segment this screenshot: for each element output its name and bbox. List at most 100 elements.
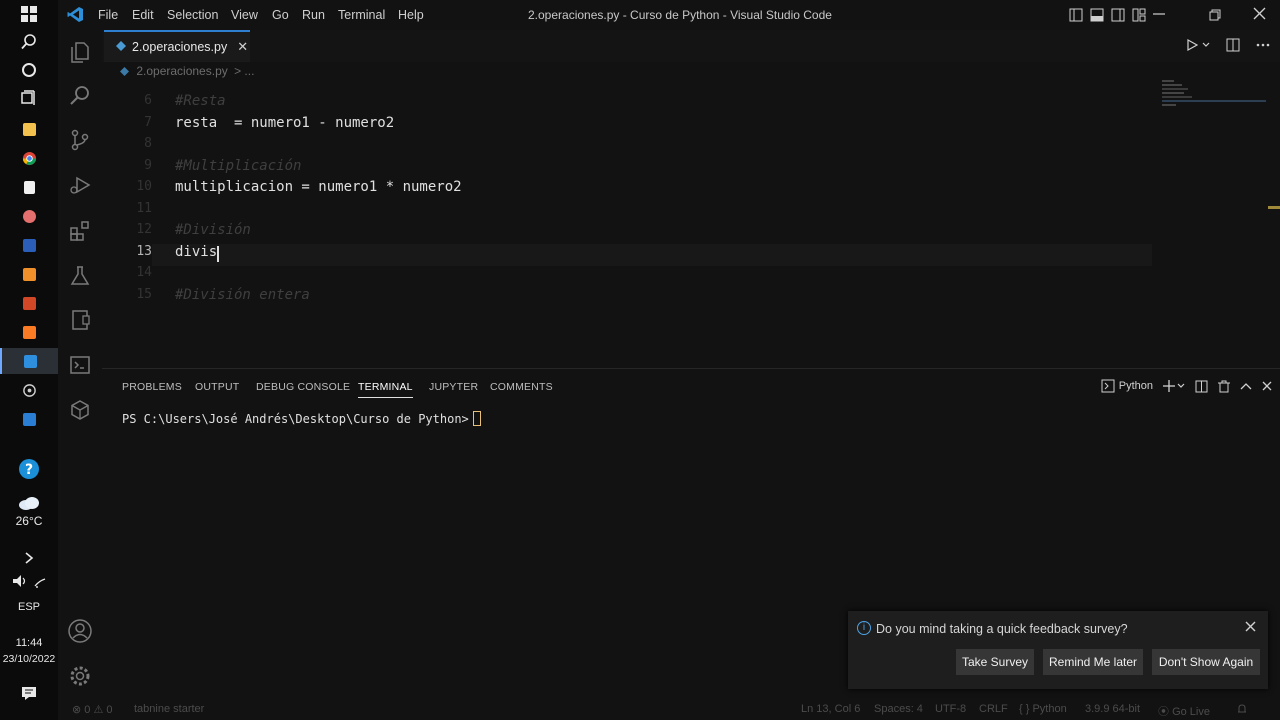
windows-start-icon[interactable] <box>0 1 58 27</box>
explorer-icon[interactable] <box>66 38 94 66</box>
editor-tab-bar: 2.operaciones.py ✕ <box>102 30 1280 62</box>
indentation-status[interactable]: Spaces: 4 <box>874 703 923 715</box>
scrollbar-marker[interactable] <box>1268 206 1280 209</box>
tab-terminal[interactable]: TERMINAL <box>358 381 413 398</box>
accounts-icon[interactable] <box>66 617 94 645</box>
menu-file[interactable]: File <box>98 8 118 22</box>
breadcrumb-file[interactable]: 2.operaciones.py <box>136 64 227 78</box>
jupyter-icon[interactable] <box>66 396 94 424</box>
eol-status[interactable]: CRLF <box>979 703 1008 715</box>
tabnine-status[interactable]: tabnine starter <box>134 703 204 715</box>
encoding-status[interactable]: UTF-8 <box>935 703 966 715</box>
testing-icon[interactable] <box>66 262 94 290</box>
maximize-panel-icon[interactable] <box>1240 382 1252 390</box>
code-line[interactable]: 14 <box>102 265 1202 286</box>
toggle-panel-icon[interactable] <box>1090 8 1104 22</box>
language-mode[interactable]: { } Python <box>1019 703 1067 715</box>
tab-output[interactable]: OUTPUT <box>195 381 239 393</box>
volume-network-icons[interactable] <box>0 568 58 594</box>
tab-comments[interactable]: COMMENTS <box>490 381 553 393</box>
cursor-position[interactable]: Ln 13, Col 6 <box>801 703 860 715</box>
tab-debug-console[interactable]: DEBUG CONSOLE <box>256 381 350 393</box>
take-survey-button[interactable]: Take Survey <box>956 649 1034 675</box>
go-live-button[interactable]: ⦿ Go Live <box>1158 703 1210 719</box>
clock-time[interactable]: 11:44 <box>0 637 58 649</box>
terminal-view-icon[interactable] <box>66 351 94 379</box>
settings-gear-icon[interactable] <box>66 662 94 690</box>
source-control-icon[interactable] <box>66 126 94 154</box>
word-icon[interactable] <box>0 232 58 258</box>
notifications-icon[interactable] <box>0 680 58 706</box>
task-view-icon[interactable] <box>0 85 58 111</box>
notepad-icon[interactable] <box>0 174 58 200</box>
close-window-button[interactable] <box>1253 7 1266 23</box>
menu-help[interactable]: Help <box>398 8 424 22</box>
minimap[interactable] <box>1162 80 1270 110</box>
tab-close-icon[interactable]: ✕ <box>237 39 248 55</box>
terminal-output[interactable]: PS C:\Users\José Andrés\Desktop\Curso de… <box>122 411 481 426</box>
extensions-icon[interactable] <box>66 217 94 245</box>
toggle-secondary-sidebar-icon[interactable] <box>1111 8 1125 22</box>
problems-status[interactable]: ⊗ 0 ⚠ 0 <box>72 703 112 716</box>
menu-view[interactable]: View <box>231 8 258 22</box>
chrome-icon[interactable] <box>0 145 58 171</box>
breadcrumb[interactable]: 2.operaciones.py > ... <box>120 64 254 79</box>
weather-cloud-icon[interactable] <box>0 490 58 516</box>
tab-problems[interactable]: PROBLEMS <box>122 381 182 393</box>
search-view-icon[interactable] <box>66 81 94 109</box>
cortana-icon[interactable] <box>0 57 58 83</box>
title-bar: File Edit Selection View Go Run Terminal… <box>58 0 1280 30</box>
split-editor-icon[interactable] <box>1226 38 1240 52</box>
clock-date[interactable]: 23/10/2022 <box>0 653 58 665</box>
more-actions-icon[interactable] <box>1256 43 1270 47</box>
menu-go[interactable]: Go <box>272 8 289 22</box>
close-panel-icon[interactable] <box>1262 381 1272 391</box>
file-explorer-icon[interactable] <box>0 116 58 142</box>
code-editor[interactable]: 6 #Resta 7 resta = numero1 - numero2 8 9 #Mult… <box>102 80 1280 368</box>
python-interpreter[interactable]: 3.9.9 64-bit <box>1085 703 1140 715</box>
new-terminal-icon[interactable] <box>1163 380 1185 392</box>
run-python-file-icon[interactable] <box>1186 39 1210 51</box>
minimize-button[interactable] <box>1153 5 1165 22</box>
toggle-primary-sidebar-icon[interactable] <box>1069 8 1083 22</box>
vscode-taskbar-icon[interactable] <box>0 348 58 374</box>
code-line[interactable]: 11 <box>102 201 1202 222</box>
tab-jupyter[interactable]: JUPYTER <box>429 381 478 393</box>
powerpoint-icon[interactable] <box>0 290 58 316</box>
remind-me-later-button[interactable]: Remind Me later <box>1043 649 1143 675</box>
restore-button[interactable] <box>1209 8 1221 24</box>
terminal-shell-selector[interactable]: Python <box>1101 379 1153 393</box>
split-terminal-icon[interactable] <box>1195 380 1208 393</box>
chevron-down-icon[interactable] <box>1177 383 1185 389</box>
code-line[interactable]: 7 resta = numero1 - numero2 <box>102 115 1202 136</box>
menu-selection[interactable]: Selection <box>167 8 218 22</box>
code-line[interactable]: 8 <box>102 136 1202 157</box>
xampp-icon[interactable] <box>0 319 58 345</box>
keyboard-language[interactable]: ESP <box>0 601 58 613</box>
remote-explorer-icon[interactable] <box>66 306 94 334</box>
store-icon[interactable] <box>0 406 58 432</box>
close-notification-icon[interactable] <box>1245 619 1256 635</box>
menu-terminal[interactable]: Terminal <box>338 8 385 22</box>
app-icon[interactable] <box>0 377 58 403</box>
paint-icon[interactable] <box>0 203 58 229</box>
code-line[interactable]: 15 #División entera <box>102 287 1202 308</box>
run-debug-icon[interactable] <box>66 171 94 199</box>
tab-2-operaciones-py[interactable]: 2.operaciones.py ✕ <box>104 30 250 62</box>
code-line[interactable]: 13 divis <box>102 244 1202 265</box>
code-line[interactable]: 9 #Multiplicación <box>102 158 1202 179</box>
menu-run[interactable]: Run <box>302 8 325 22</box>
menu-edit[interactable]: Edit <box>132 8 154 22</box>
breadcrumb-more[interactable]: > ... <box>234 64 254 78</box>
chevron-down-icon[interactable] <box>1202 42 1210 48</box>
trash-icon[interactable] <box>1218 380 1230 393</box>
sublime-icon[interactable] <box>0 261 58 287</box>
code-line[interactable]: 12 #División <box>102 222 1202 243</box>
code-line[interactable]: 10 multiplicacion = numero1 * numero2 <box>102 179 1202 200</box>
help-icon[interactable]: ? <box>0 455 58 483</box>
notifications-bell-icon[interactable] <box>1236 703 1248 718</box>
customize-layout-icon[interactable] <box>1132 8 1146 22</box>
search-icon[interactable] <box>0 29 58 55</box>
code-line[interactable]: 6 #Resta <box>102 93 1202 114</box>
dont-show-again-button[interactable]: Don't Show Again <box>1152 649 1260 675</box>
